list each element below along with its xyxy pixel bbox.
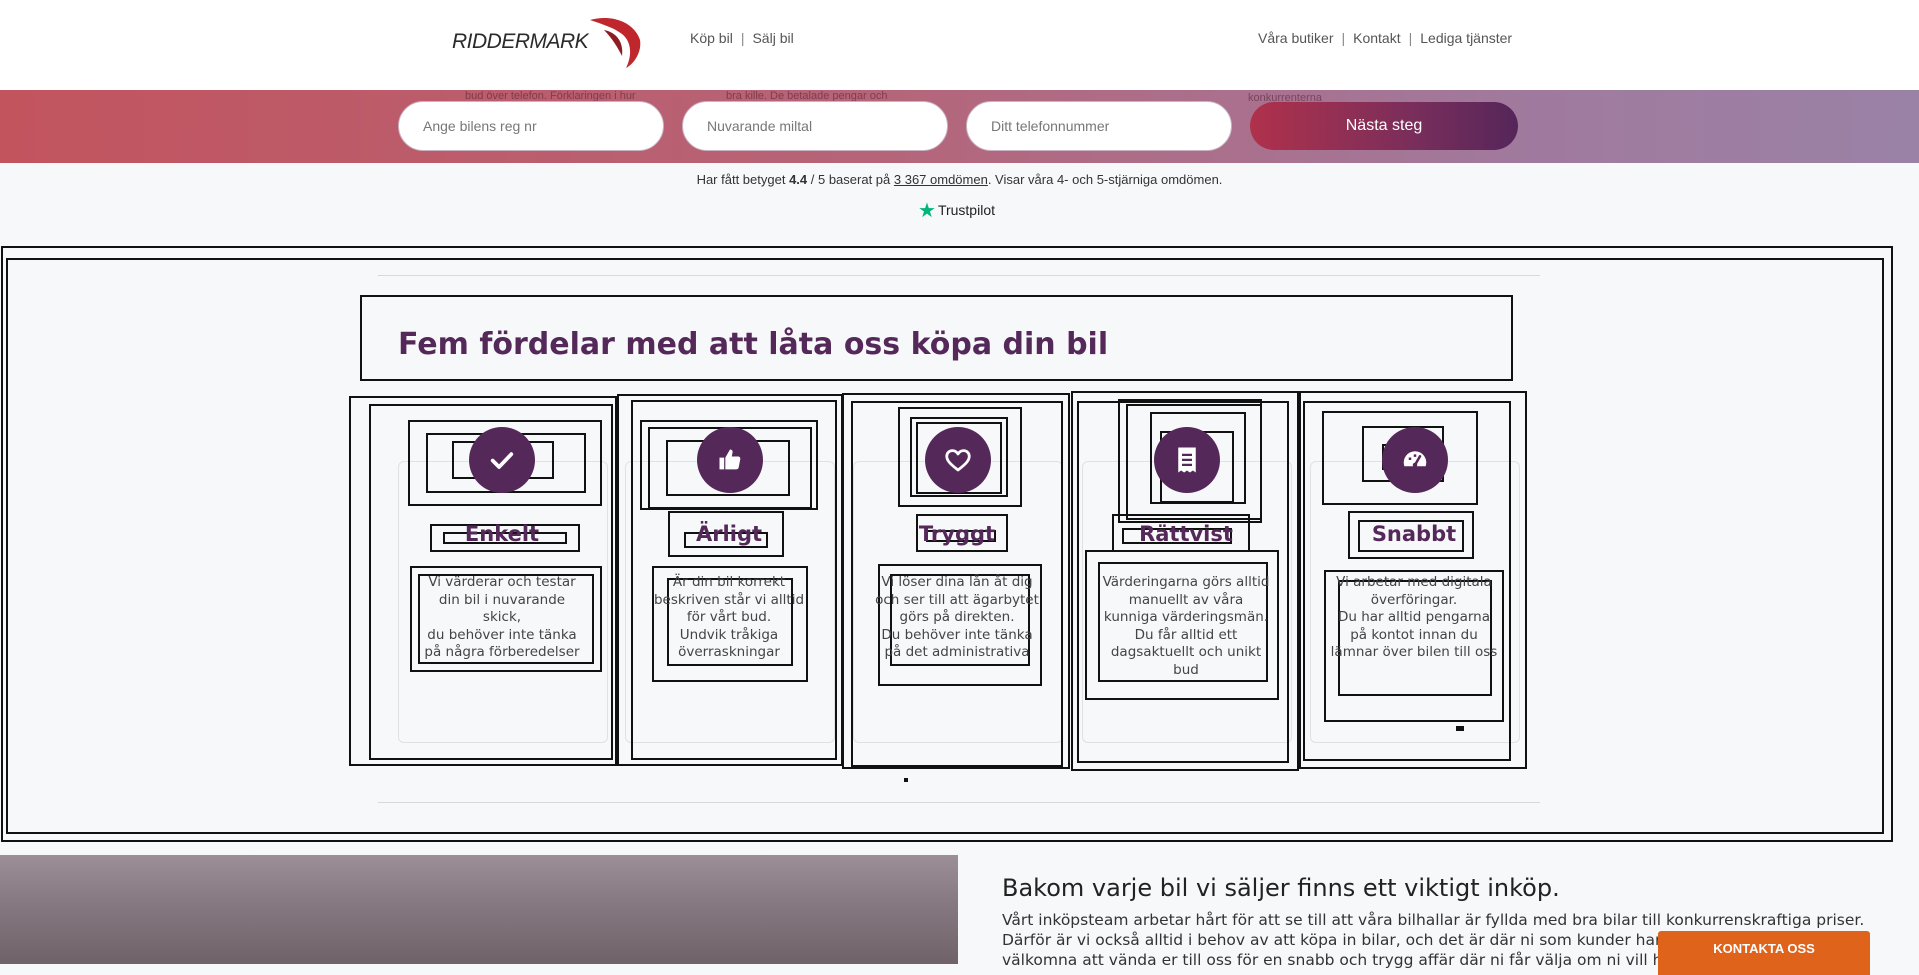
nav-buy-car[interactable]: Köp bil — [690, 30, 733, 46]
rating-middle: / 5 baserat på — [807, 172, 894, 187]
nav-separator: | — [1341, 30, 1346, 46]
benefit-text-arligt: Är din bil korrekt beskriven står vi all… — [653, 574, 805, 660]
nav-jobs[interactable]: Lediga tjänster — [1420, 30, 1512, 46]
logo-swoosh-icon — [590, 18, 641, 68]
trustpilot-star-icon: ★ — [918, 200, 936, 222]
benefit-title-arligt: Ärligt — [695, 522, 763, 546]
benefit-text-enkelt: Vi värderar och testar din bil i nuvaran… — [424, 574, 580, 660]
rating-prefix: Har fått betyget — [696, 172, 790, 187]
rating-suffix: . Visar våra 4- och 5-stjärniga omdömen. — [987, 172, 1223, 187]
rating-score: 4.4 — [789, 172, 808, 187]
riddermark-logo[interactable]: RIDDERMARK — [452, 12, 647, 70]
team-photo — [0, 855, 958, 964]
reviews-count-link[interactable]: 3 367 omdömen — [894, 172, 988, 187]
nav-separator: | — [1408, 30, 1413, 46]
benefit-title-snabbt: Snabbt — [1371, 522, 1457, 546]
secondary-nav: Våra butiker | Kontakt | Lediga tjänster — [1258, 30, 1512, 46]
carousel-marker — [1456, 726, 1464, 731]
mileage-input[interactable] — [682, 101, 948, 151]
divider-bottom — [378, 802, 1540, 803]
contact-us-button[interactable]: KONTAKTA OSS — [1658, 931, 1870, 975]
benefits-title: Fem fördelar med att låta oss köpa din b… — [398, 327, 1109, 362]
about-title: Bakom varje bil vi säljer finns ett vikt… — [1002, 874, 1560, 902]
carousel-dot[interactable] — [904, 778, 908, 782]
nav-sell-car[interactable]: Sälj bil — [752, 30, 793, 46]
nav-contact[interactable]: Kontakt — [1353, 30, 1400, 46]
next-step-button[interactable]: Nästa steg — [1250, 102, 1518, 150]
divider-top — [378, 275, 1540, 276]
phone-input[interactable] — [966, 101, 1232, 151]
speedometer-icon — [1382, 427, 1448, 493]
receipt-icon — [1154, 427, 1220, 493]
trustpilot-logo[interactable]: ★ Trustpilot — [918, 198, 995, 223]
heart-icon — [925, 427, 991, 493]
sell-car-form-band: bud över telefon. Förklaringen i hur bra… — [0, 90, 1919, 163]
nav-stores[interactable]: Våra butiker — [1258, 30, 1333, 46]
benefit-text-rattvist: Värderingarna görs alltid manuellt av vå… — [1102, 574, 1270, 678]
check-icon — [469, 427, 535, 493]
reg-number-input[interactable] — [398, 101, 664, 151]
logo-wordmark: RIDDERMARK — [452, 30, 589, 53]
trustpilot-rating: Har fått betyget 4.4 / 5 baserat på 3 36… — [0, 172, 1919, 187]
trustpilot-brand: Trustpilot — [937, 202, 995, 218]
benefit-text-snabbt: Vi arbetar med digitala överföringar. Du… — [1330, 574, 1498, 660]
about-line: Vårt inköpsteam arbetar hårt för att se … — [1002, 911, 1865, 929]
thumbs-up-icon — [697, 427, 763, 493]
benefit-title-enkelt: Enkelt — [464, 522, 540, 546]
main-nav: Köp bil | Sälj bil — [690, 30, 794, 46]
site-header: RIDDERMARK Köp bil | Sälj bil Våra butiker… — [0, 0, 1919, 90]
benefit-text-tryggt: Vi löser dina lån åt dig och ser till at… — [875, 574, 1039, 660]
nav-separator: | — [740, 30, 745, 46]
benefit-title-rattvist: Rättvist — [1139, 522, 1233, 546]
benefit-title-tryggt: Tryggt — [918, 522, 996, 546]
